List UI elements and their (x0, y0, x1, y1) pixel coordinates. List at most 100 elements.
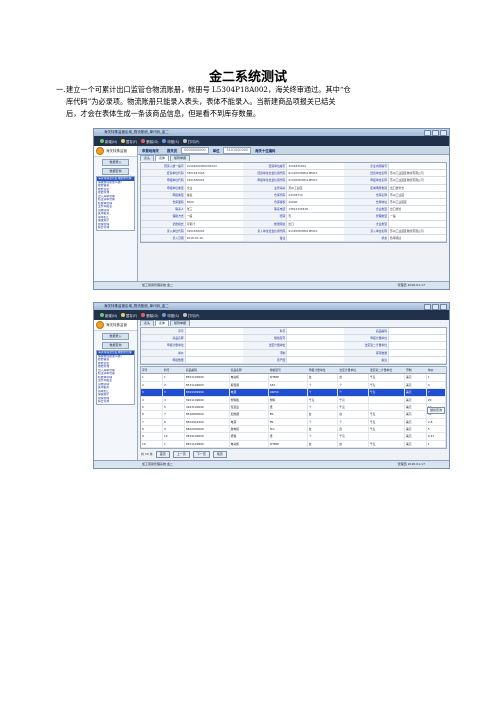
print-label: 打印(P) (188, 139, 200, 144)
field-value[interactable] (388, 349, 446, 356)
field-value[interactable]: 一般 (388, 213, 446, 220)
field-value[interactable] (184, 342, 243, 349)
field-value[interactable] (286, 335, 344, 342)
field-value[interactable]: 5000 (184, 198, 243, 206)
table-cell: SH5RE (269, 440, 308, 448)
maximize-button[interactable] (432, 130, 439, 136)
unit-field[interactable]: 5101000000 (223, 146, 252, 154)
table-row[interactable]: 2 2 8531109000 报警器 S34 个个千克 美元 3 (141, 381, 446, 390)
field-value[interactable]: A3304710 (286, 191, 344, 198)
declare-button[interactable]: 申报(S) (162, 139, 179, 144)
data-query-button[interactable]: 数据查询 (102, 342, 129, 349)
field-value[interactable]: 出口 (286, 220, 344, 227)
field-value[interactable]: 13812345678 (286, 206, 344, 213)
table-row[interactable]: 553923100090包装盒纸个千克美元10 (141, 403, 446, 412)
field-value[interactable]: 苏州工业园区物流有限公司 (388, 177, 446, 184)
field-value[interactable]: 3201830001 (184, 227, 243, 234)
field-value[interactable] (184, 328, 243, 335)
next-page-button[interactable]: 下一页 (192, 450, 210, 458)
new-button[interactable]: 新增(N) (100, 139, 117, 144)
tree-item[interactable]: 综合查询 (97, 226, 134, 230)
field-value[interactable] (286, 342, 344, 349)
form-cell: 状态 终审通过 (344, 234, 446, 242)
table-cell: 1 (163, 440, 185, 448)
table-cell: 8501109990 (185, 440, 230, 448)
minimize-button[interactable] (424, 130, 431, 136)
save-draft-button[interactable]: 暂存(F) (120, 313, 137, 318)
field-value[interactable] (388, 220, 446, 227)
table-row[interactable]: 10 1 8501109990 电动机 SH5RE 台台千克 美元 1 (141, 440, 446, 449)
close-button[interactable] (440, 130, 447, 136)
field-value[interactable]: 91320508MA1MMXX (286, 170, 344, 177)
field-value[interactable] (184, 335, 243, 342)
field-value[interactable] (388, 328, 446, 335)
field-value[interactable]: 张三 (184, 206, 243, 213)
data-entry-button[interactable]: 数据录入 (102, 333, 129, 340)
field-value[interactable] (388, 335, 446, 342)
tab-body[interactable]: 表体 (155, 320, 170, 326)
data-entry-button[interactable]: 数据录入 (102, 159, 129, 166)
field-value[interactable]: 苏州工业园区物流有限公司 (388, 170, 446, 177)
table-row[interactable]: 1 1 8501109990 电动机 SH5RE 台台千克 美元 1 (141, 374, 446, 382)
field-value[interactable]: 10000 (286, 198, 344, 206)
field-value[interactable]: 可累计 (184, 220, 243, 227)
save-draft-button[interactable]: 暂存(F) (120, 139, 137, 144)
close-button[interactable] (440, 304, 447, 310)
field-value[interactable]: 出口监管仓 (388, 184, 446, 191)
field-value[interactable]: 3201830001 (184, 177, 243, 184)
tab-attachments[interactable]: 随附单据 (170, 320, 191, 326)
prev-page-button[interactable]: 上一页 (172, 450, 190, 458)
field-value[interactable] (388, 356, 446, 363)
field-value[interactable]: 3301947005 (184, 170, 243, 177)
tab-body[interactable]: 表体 (155, 155, 170, 161)
field-value[interactable]: 终审通过 (388, 234, 446, 242)
field-value[interactable] (388, 342, 446, 349)
tree-item[interactable]: 综合查询 (97, 400, 134, 404)
field-value[interactable]: 一般 (184, 213, 243, 220)
field-value[interactable]: 企业 (184, 184, 243, 191)
field-value[interactable] (286, 349, 344, 356)
data-query-button[interactable]: 数据查询 (102, 168, 129, 175)
field-value[interactable]: L5304000000005243 (184, 163, 243, 170)
field-value[interactable] (184, 349, 243, 356)
tab-header[interactable]: 表头 (140, 320, 155, 326)
new-button[interactable]: 新增(N) (100, 313, 117, 318)
table-row[interactable]: 8 9 8502000000 发电机 Std 台台千克 美元 5 (141, 426, 446, 434)
field-value[interactable]: 苏州工业园区物流有限公司 (388, 227, 446, 234)
field-value[interactable]: 备案 (184, 191, 243, 198)
print-button[interactable]: 打印(P) (183, 313, 199, 318)
field-value[interactable] (184, 356, 243, 363)
field-value[interactable]: 91320583MA1MMXX (286, 227, 344, 234)
field-value[interactable]: 苏州工业园 (388, 191, 446, 198)
table-row[interactable]: 7 8 8504401900 电源 FN 个个千克 美元 2.8 (141, 418, 446, 427)
declarant-field[interactable]: 0000000000 (181, 146, 209, 154)
table-row[interactable]: 6 7 8516800000 加热器 ER 台台千克 美元 50 (141, 411, 446, 419)
field-value[interactable] (286, 356, 344, 363)
field-value[interactable] (388, 163, 446, 170)
declare-button[interactable]: 申报(S) (162, 313, 179, 318)
table-row[interactable]: 3 3 8504409999 电源 ASP50 个个千克 美元 7 (141, 389, 446, 397)
field-value[interactable]: 2018-01-16 (184, 234, 243, 242)
field-value[interactable] (286, 234, 344, 242)
new-label: 新增(N) (105, 313, 117, 318)
tab-attachments[interactable]: 随附单据 (170, 155, 191, 161)
table-row[interactable]: 4 4 3921109090 塑料板 塑料 千克 千克 美元 20 (141, 396, 446, 404)
field-value[interactable] (286, 328, 344, 335)
field-value[interactable]: 苏州工业园区 (388, 198, 446, 206)
field-value[interactable]: 苏州工业园 (286, 184, 344, 191)
tab-header[interactable]: 表头 (140, 155, 155, 161)
table-cell: 纸 (269, 433, 308, 440)
delete-button[interactable]: 删除(D) (141, 313, 158, 318)
field-value[interactable]: 出口监管 (388, 206, 446, 213)
delete-button[interactable]: 删除(D) (141, 139, 158, 144)
field-value[interactable]: 3201830001 (286, 163, 344, 170)
table-row[interactable]: 9 10 4819100000 纸箱纸个千克 美元 0.47 (141, 433, 446, 441)
maximize-button[interactable] (432, 304, 439, 310)
continue-query-button[interactable]: 继续查询 (426, 407, 445, 414)
last-page-button[interactable]: 尾页 (212, 450, 227, 458)
minimize-button[interactable] (424, 304, 431, 310)
field-value[interactable]: 否 (286, 213, 344, 220)
print-button[interactable]: 打印(P) (183, 139, 199, 144)
first-page-button[interactable]: 首页 (155, 450, 170, 458)
field-value[interactable]: 91320583MA1MMXX (286, 177, 344, 184)
